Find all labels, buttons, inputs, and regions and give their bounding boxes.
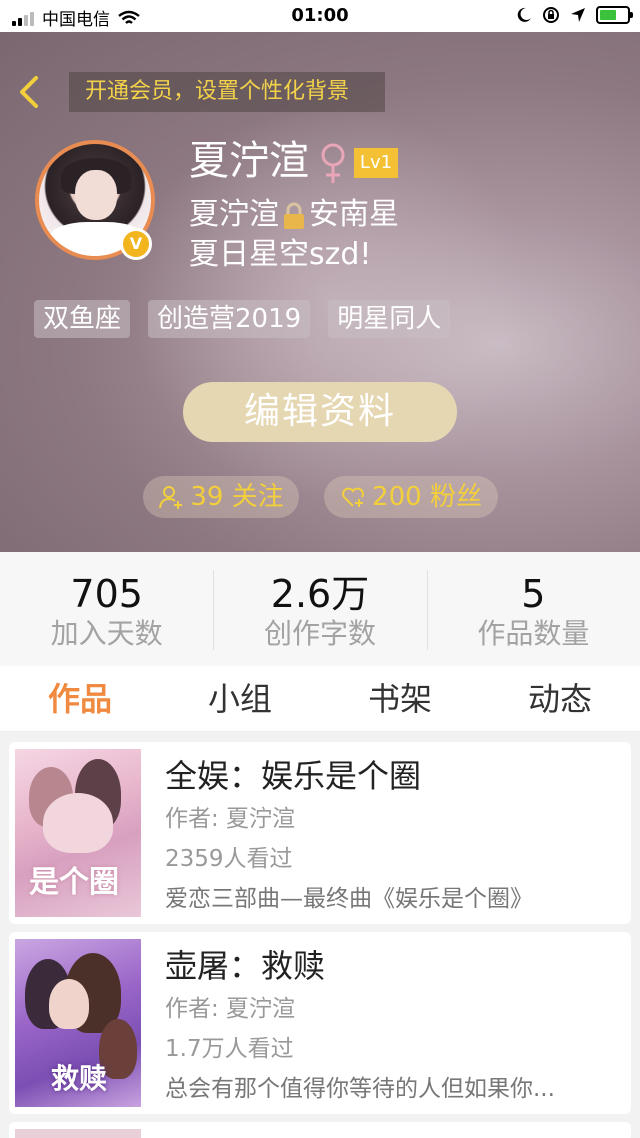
book-title: 全娱：娱乐是个圈 bbox=[165, 757, 422, 795]
back-arrow-icon[interactable] bbox=[14, 72, 44, 112]
profile-header: 开通会员，设置个性化背景 V 夏泞渲 Lv1 夏泞渲 安南星 夏日星空szd! 双… bbox=[0, 32, 640, 552]
book-card[interactable] bbox=[9, 1122, 631, 1138]
battery-icon bbox=[596, 6, 633, 24]
moon-icon bbox=[517, 7, 531, 22]
lock-icon bbox=[284, 202, 304, 229]
followers-label: 200 粉丝 bbox=[372, 482, 482, 512]
bio-part-2: 安南星 bbox=[309, 197, 399, 232]
person-add-icon bbox=[159, 486, 183, 509]
book-card[interactable]: 是个圈 全娱：娱乐是个圈 作者: 夏泞渲 2359人看过 爱恋三部曲—最终曲《娱… bbox=[9, 742, 631, 924]
rotation-lock-icon bbox=[543, 7, 559, 23]
tag-item[interactable]: 双鱼座 bbox=[34, 300, 131, 338]
stat-value: 2.6万 bbox=[270, 572, 370, 616]
bio-line-2: 夏日星空szd! bbox=[189, 237, 372, 272]
status-bar: 中国电信 01:00 bbox=[0, 0, 640, 32]
tab-bar: 作品 小组 书架 动态 bbox=[0, 666, 640, 732]
location-icon bbox=[571, 8, 585, 22]
book-card[interactable]: 救赎 壶屠：救赎 作者: 夏泞渲 1.7万人看过 总会有那个值得你等待的人但如果… bbox=[9, 932, 631, 1114]
username: 夏泞渲 bbox=[189, 138, 309, 184]
following-button[interactable]: 39 关注 bbox=[143, 476, 299, 518]
level-badge: Lv1 bbox=[354, 148, 398, 178]
tab-activity[interactable]: 动态 bbox=[480, 666, 640, 731]
tab-groups[interactable]: 小组 bbox=[160, 666, 320, 731]
book-views: 2359人看过 bbox=[165, 846, 293, 872]
verified-badge: V bbox=[120, 228, 152, 260]
book-author: 作者: 夏泞渲 bbox=[165, 996, 296, 1022]
tag-item[interactable]: 创造营2019 bbox=[148, 300, 311, 338]
book-author: 作者: 夏泞渲 bbox=[165, 806, 296, 832]
stat-value: 5 bbox=[521, 572, 546, 616]
edit-profile-button[interactable]: 编辑资料 bbox=[183, 382, 457, 442]
book-description: 总会有那个值得你等待的人但如果你... bbox=[165, 1076, 555, 1102]
book-cover bbox=[15, 1129, 141, 1138]
book-cover: 是个圈 bbox=[15, 749, 141, 917]
bio-line-1: 夏泞渲 安南星 bbox=[189, 196, 399, 234]
stat-label: 创作字数 bbox=[263, 617, 376, 650]
tab-bookshelf[interactable]: 书架 bbox=[320, 666, 480, 731]
stat-label: 作品数量 bbox=[477, 617, 590, 650]
book-views: 1.7万人看过 bbox=[165, 1036, 294, 1062]
stats-bar: 705 加入天数 2.6万 创作字数 5 作品数量 bbox=[0, 552, 640, 666]
book-description: 爱恋三部曲—最终曲《娱乐是个圈》 bbox=[165, 886, 533, 912]
stat-join-days: 705 加入天数 bbox=[0, 552, 213, 666]
book-title: 壶屠：救赎 bbox=[165, 947, 326, 985]
vip-background-banner[interactable]: 开通会员，设置个性化背景 bbox=[69, 72, 385, 112]
stat-works-count: 5 作品数量 bbox=[426, 552, 640, 666]
status-right bbox=[516, 6, 633, 24]
tag-list: 双鱼座 创造营2019 明星同人 bbox=[34, 300, 451, 338]
following-label: 39 关注 bbox=[190, 482, 284, 512]
bio-part-1: 夏泞渲 bbox=[189, 197, 279, 232]
book-cover: 救赎 bbox=[15, 939, 141, 1107]
stat-word-count: 2.6万 创作字数 bbox=[213, 552, 426, 666]
heart-add-icon bbox=[342, 487, 364, 507]
followers-button[interactable]: 200 粉丝 bbox=[324, 476, 498, 518]
female-icon bbox=[321, 143, 345, 183]
tab-works[interactable]: 作品 bbox=[0, 666, 160, 731]
works-list: 是个圈 全娱：娱乐是个圈 作者: 夏泞渲 2359人看过 爱恋三部曲—最终曲《娱… bbox=[0, 732, 640, 1138]
stat-value: 705 bbox=[70, 572, 143, 616]
cover-title: 救赎 bbox=[51, 1062, 108, 1095]
cover-title: 是个圈 bbox=[29, 865, 119, 900]
stat-label: 加入天数 bbox=[50, 617, 163, 650]
tag-item[interactable]: 明星同人 bbox=[328, 300, 451, 338]
